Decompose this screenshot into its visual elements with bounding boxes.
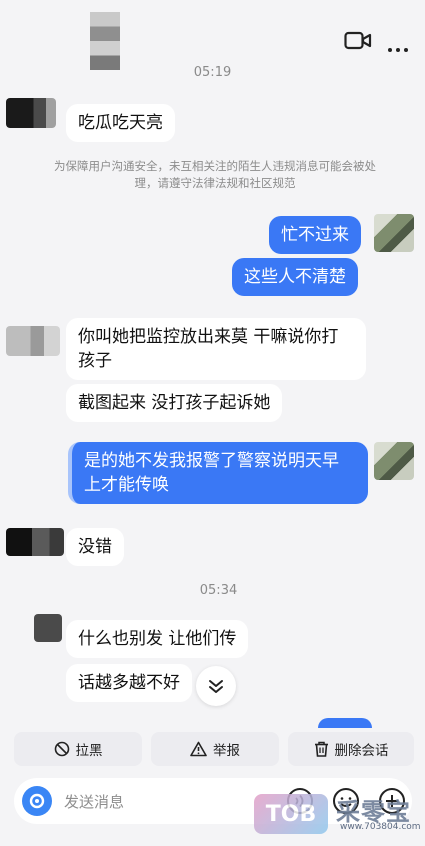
my-avatar[interactable] [374,214,414,252]
safety-notice: 为保障用户沟通安全，未互相关注的陌生人违规消息可能会被处理，请遵守法律法规和社区… [54,159,376,190]
message-bubble-incoming[interactable]: 吃瓜吃天亮 [66,104,175,142]
report-label: 举报 [213,743,240,759]
message-bubble-incoming[interactable]: 什么也别发 让他们传 [66,620,249,658]
sender-avatar[interactable] [6,326,60,356]
message-text: 话越多越不好 [78,673,180,693]
message-bubble-outgoing[interactable]: 是的她不发我报警了警察说明天早 上才能传唤 [68,442,368,504]
message-bubble-outgoing[interactable]: 忙不过来 [269,216,361,254]
message-bubble-outgoing[interactable] [318,718,372,728]
chat-header [0,0,425,72]
message-text: 截图起来 没打孩子起诉她 [78,393,271,413]
message-text: 忙不过来 [281,225,349,245]
timestamp: 05:19 [193,65,232,80]
message-bubble-incoming[interactable]: 没错 [66,528,124,566]
message-text: 吃瓜吃天亮 [78,113,163,133]
message-text: 你叫她把监控放出来莫 干嘛说你打 [78,327,339,347]
message-text: 是的她不发我报警了警察说明天早 [84,451,339,471]
message-text: 这些人不清楚 [244,267,346,287]
message-text: 上才能传唤 [84,475,169,495]
watermark-url: www.703804.com [340,822,421,832]
block-icon [54,741,69,757]
message-text: 什么也别发 让他们传 [78,629,237,649]
sender-avatar[interactable] [34,614,62,642]
message-input[interactable]: 发送消息 [64,791,124,812]
message-text: 没错 [78,537,112,557]
message-bubble-incoming[interactable]: 截图起来 没打孩子起诉她 [66,384,283,422]
trash-icon [314,741,328,757]
sender-avatar[interactable] [6,528,64,556]
watermark: TOB 采零宝 www.703804.com [254,786,424,842]
block-button[interactable]: 拉黑 [14,732,142,766]
app-logo-icon[interactable] [22,786,52,816]
report-button[interactable]: 举报 [151,732,279,766]
my-avatar[interactable] [374,442,414,480]
delete-conversation-label: 删除会话 [334,743,389,759]
warning-icon [190,741,207,757]
message-text: 孩子 [78,351,112,371]
message-bubble-incoming[interactable]: 话越多越不好 [66,664,192,702]
timestamp: 05:34 [199,583,238,598]
block-label: 拉黑 [75,743,103,759]
message-bubble-incoming[interactable]: 你叫她把监控放出来莫 干嘛说你打 孩子 [66,318,366,380]
action-bar: 拉黑 举报 删除会话 [14,732,414,768]
video-camera-icon[interactable] [344,30,372,52]
contact-avatar[interactable] [90,12,120,70]
sender-avatar[interactable] [6,98,56,128]
scroll-to-bottom-button[interactable] [196,666,236,706]
delete-conversation-button[interactable]: 删除会话 [288,732,414,766]
watermark-logo: TOB [254,794,328,834]
message-bubble-outgoing[interactable]: 这些人不清楚 [232,258,358,296]
more-dots-icon[interactable] [388,37,412,52]
double-chevron-down-icon [209,680,223,693]
